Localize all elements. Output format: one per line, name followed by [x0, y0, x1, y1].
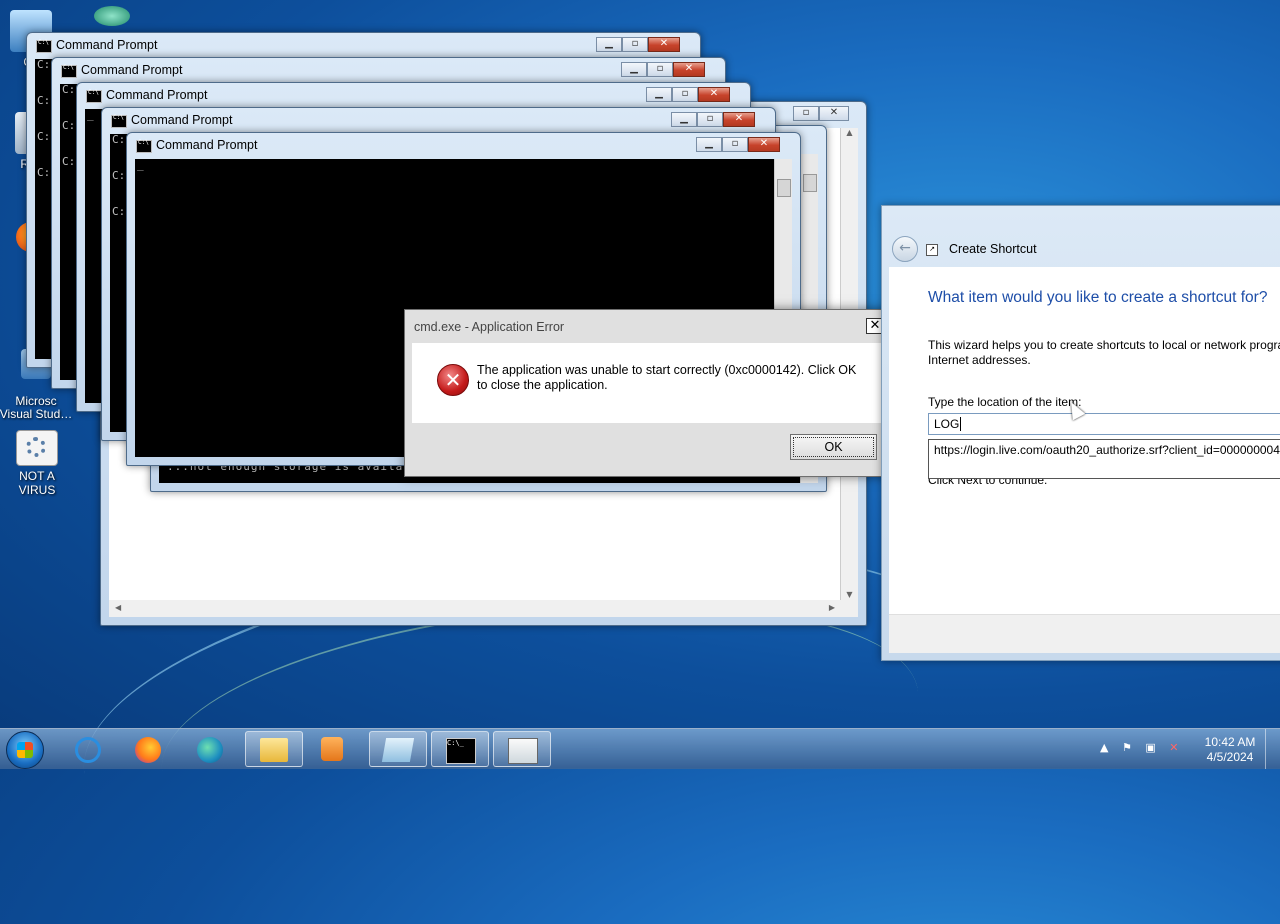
scroll-thumb[interactable]	[803, 174, 817, 192]
app-icon	[94, 6, 130, 26]
scroll-thumb[interactable]	[777, 179, 791, 197]
description-line: Internet addresses.	[928, 353, 1031, 367]
scroll-left-arrow[interactable]: ◀	[115, 603, 121, 612]
minimize-icon[interactable]: ▁	[646, 87, 672, 102]
edge-icon	[197, 737, 223, 763]
maximize-icon[interactable]: ▫	[793, 106, 819, 121]
dialog-title: cmd.exe - Application Error	[414, 320, 565, 334]
action-center-flag-icon[interactable]: ⚑	[1122, 741, 1132, 754]
network-icon[interactable]: ▣	[1145, 741, 1155, 754]
show-hidden-icons-icon[interactable]: ▲	[1100, 741, 1108, 754]
taskbar-app-edge[interactable]	[183, 731, 241, 767]
close-icon[interactable]: ✕	[748, 137, 780, 152]
cmd-icon: C:\_	[446, 738, 476, 764]
application-error-dialog[interactable]: cmd.exe - Application Error ✕ ✕ The appl…	[404, 309, 891, 477]
text-caret	[960, 417, 962, 431]
gear-shape	[26, 437, 46, 457]
taskbar-app-wizard[interactable]	[493, 731, 551, 767]
dialog-body: ✕ The application was unable to start co…	[412, 343, 883, 423]
ok-button[interactable]: OK	[790, 434, 877, 460]
desktop-icon-green[interactable]	[75, 6, 149, 29]
close-icon[interactable]: ✕	[698, 87, 730, 102]
scroll-right-arrow[interactable]: ▶	[829, 603, 835, 612]
cmd-icon	[111, 114, 127, 128]
start-button[interactable]	[6, 731, 44, 769]
ie-icon	[75, 737, 101, 763]
window-caption-buttons: ▁ ▫ ✕	[621, 62, 705, 77]
clock-time: 10:42 AM	[1204, 735, 1256, 749]
window-title: Command Prompt	[156, 138, 258, 152]
autocomplete-suggestion[interactable]: https://login.live.com/oauth20_authorize…	[928, 439, 1280, 479]
taskbar-app-notepad[interactable]	[369, 731, 427, 767]
window-caption-buttons: ▫ ✕	[793, 106, 849, 121]
close-icon[interactable]: ✕	[648, 37, 680, 52]
close-icon[interactable]: ✕	[723, 112, 755, 127]
minimize-icon[interactable]: ▁	[671, 112, 697, 127]
scroll-down-arrow[interactable]: ▼	[841, 590, 858, 599]
window-title: Command Prompt	[81, 63, 183, 77]
cmd-icon	[136, 139, 152, 153]
wizard-body: What item would you like to create a sho…	[889, 267, 1280, 615]
window-caption-buttons: ▁ ▫ ✕	[646, 87, 730, 102]
window-title: Command Prompt	[106, 88, 208, 102]
show-desktop-button[interactable]	[1265, 729, 1280, 769]
minimize-icon[interactable]: ▁	[696, 137, 722, 152]
shortcut-icon: ↗	[926, 244, 938, 256]
wizard-footer	[889, 614, 1280, 653]
maximize-icon[interactable]: ▫	[722, 137, 748, 152]
desktop-icon-label: NOT A VIRUS	[18, 469, 56, 497]
close-icon[interactable]: ✕	[673, 62, 705, 77]
location-label: Type the location of the item:	[928, 395, 1082, 409]
volume-muted-icon[interactable]: ✕	[1169, 741, 1178, 754]
windows-logo-icon	[17, 742, 33, 758]
error-message: The application was unable to start corr…	[477, 363, 857, 392]
wizard-heading: What item would you like to create a sho…	[928, 289, 1268, 306]
notepad-icon	[381, 738, 415, 762]
taskbar-app-explorer[interactable]	[245, 731, 303, 767]
clock-date: 4/5/2024	[1206, 750, 1254, 764]
taskbar-app-firefox[interactable]	[121, 731, 179, 767]
close-icon[interactable]: ✕	[819, 106, 849, 121]
window-caption-buttons: ▁ ▫ ✕	[696, 137, 780, 152]
minimize-icon[interactable]: ▁	[596, 37, 622, 52]
wizard-title: Create Shortcut	[949, 242, 1037, 256]
maximize-icon[interactable]: ▫	[647, 62, 673, 77]
description-line: This wizard helps you to create shortcut…	[928, 338, 1280, 352]
maximize-icon[interactable]: ▫	[622, 37, 648, 52]
desktop-icon-not-a-virus[interactable]: NOT A VIRUS	[0, 430, 74, 497]
maximize-icon[interactable]: ▫	[697, 112, 723, 127]
window-caption-buttons: ▁ ▫ ✕	[596, 37, 680, 52]
window-title: Command Prompt	[131, 113, 233, 127]
system-tray: ▲ ⚑ ▣ ✕	[1100, 741, 1178, 754]
taskbar-app-cmd[interactable]: C:\_	[431, 731, 489, 767]
location-input[interactable]: LOG	[928, 413, 1280, 435]
firefox-icon	[135, 737, 161, 763]
location-value: LOG	[934, 417, 960, 431]
cmd-icon	[61, 64, 77, 78]
folder-icon	[260, 738, 288, 762]
wizard-icon	[508, 738, 538, 764]
minimize-icon[interactable]: ▁	[621, 62, 647, 77]
desktop-icon-label: Microsc Visual Stud…	[0, 394, 73, 421]
system-clock[interactable]: 10:42 AM 4/5/2024	[1190, 735, 1270, 765]
error-icon: ✕	[437, 364, 469, 396]
cmd-icon	[86, 89, 102, 103]
taskbar-app-ie[interactable]	[61, 731, 119, 767]
console-cursor: _	[137, 159, 144, 171]
media-player-icon	[321, 737, 343, 761]
settings-gear-icon	[16, 430, 58, 466]
scroll-up-arrow[interactable]: ▲	[841, 128, 858, 137]
taskbar: C:\_ ▲ ⚑ ▣ ✕ 10:42 AM 4/5/2024	[0, 728, 1280, 769]
back-arrow-icon[interactable]: ←	[892, 236, 918, 262]
maximize-icon[interactable]: ▫	[672, 87, 698, 102]
horizontal-scrollbar[interactable]: ◀ ▶	[109, 600, 841, 617]
wizard-description: This wizard helps you to create shortcut…	[928, 338, 1280, 368]
window-title: Command Prompt	[56, 38, 158, 52]
cmd-icon	[36, 39, 52, 53]
window-caption-buttons: ▁ ▫ ✕	[671, 112, 755, 127]
create-shortcut-wizard[interactable]: ← ↗ Create Shortcut What item would you …	[881, 205, 1280, 661]
taskbar-app-media-player[interactable]	[307, 731, 365, 767]
